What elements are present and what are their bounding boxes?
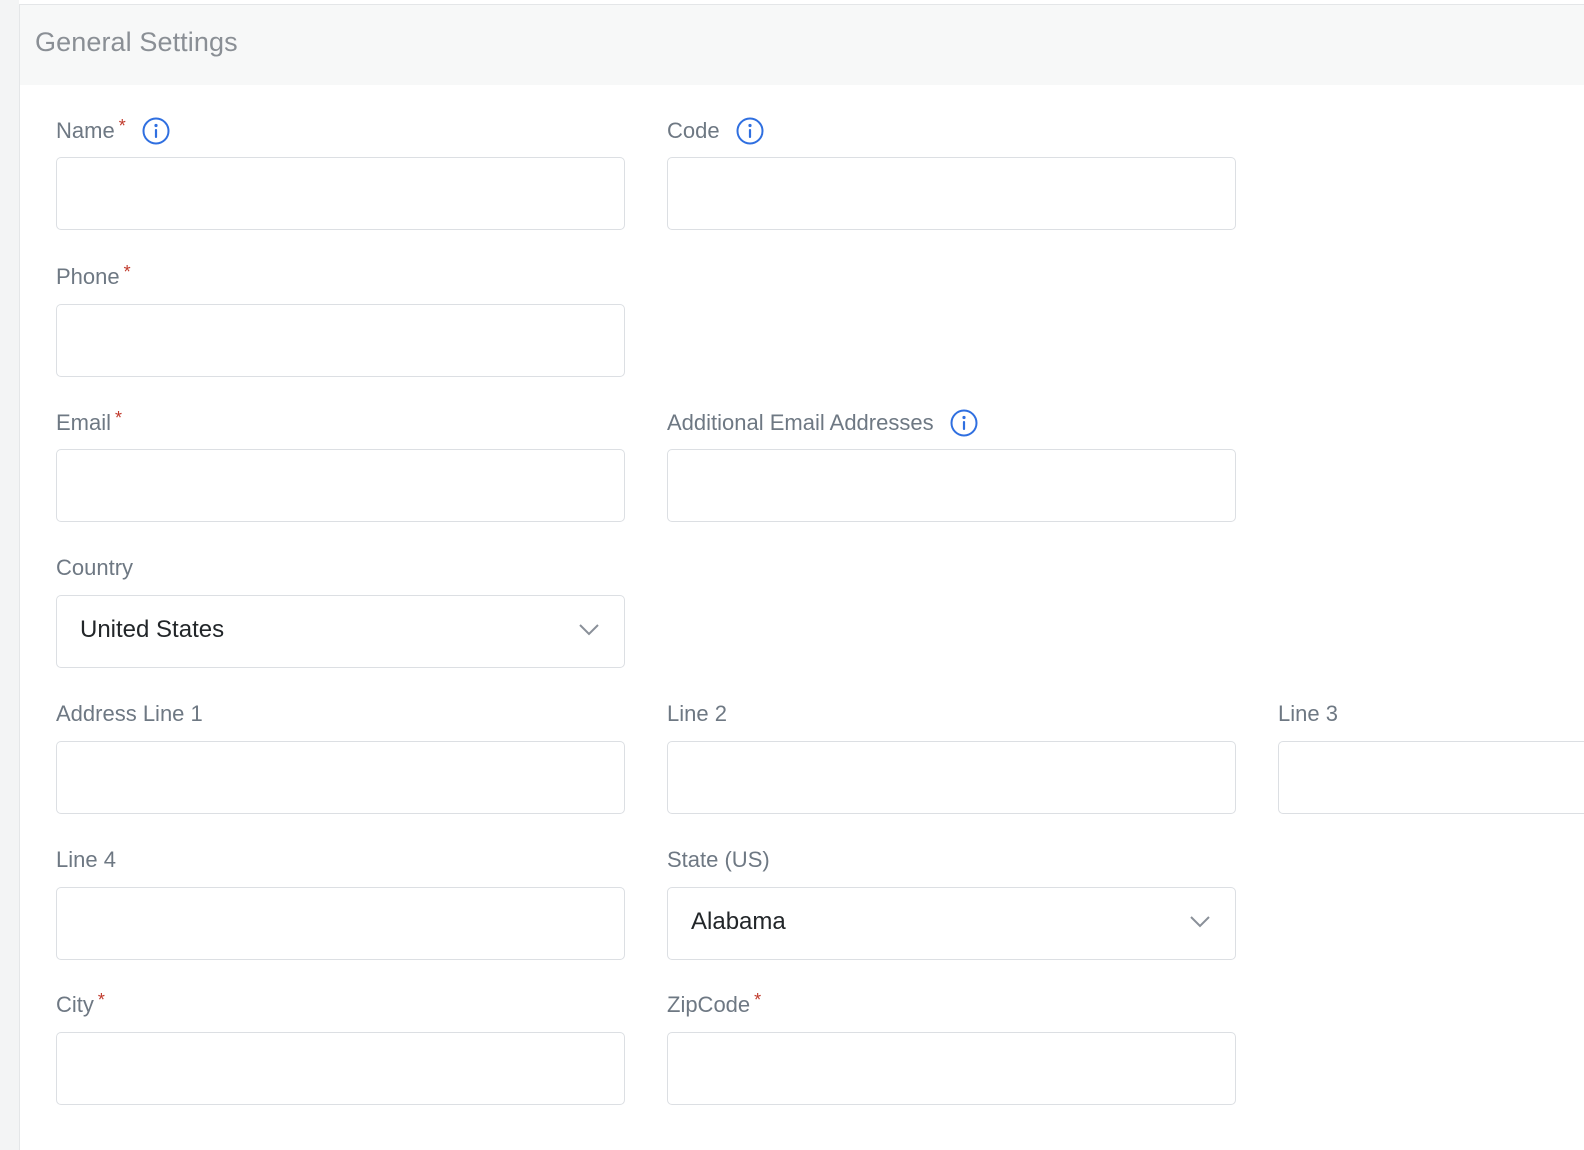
country-select[interactable]: United States: [56, 595, 625, 668]
phone-input[interactable]: [56, 304, 625, 377]
country-label: Country: [56, 553, 133, 583]
state-selected-value: Alabama: [691, 908, 786, 935]
phone-label: Phone *: [56, 262, 131, 292]
left-gutter: [0, 0, 19, 1150]
code-label: Code: [667, 116, 764, 146]
additional-emails-label: Additional Email Addresses: [667, 408, 978, 438]
line-4-label: Line 4: [56, 845, 116, 875]
line-3-input[interactable]: [1278, 741, 1584, 814]
card-header: General Settings: [20, 5, 1584, 85]
address-line-1-label: Address Line 1: [56, 699, 203, 729]
zipcode-input[interactable]: [667, 1032, 1236, 1105]
line-3-label: Line 3: [1278, 699, 1338, 729]
state-label-text: State (US): [667, 847, 770, 872]
city-label-text: City: [56, 992, 94, 1017]
city-label: City *: [56, 990, 105, 1020]
country-label-text: Country: [56, 555, 134, 580]
required-asterisk: *: [118, 115, 126, 136]
name-label: Name *: [56, 116, 170, 146]
code-label-text: Code: [667, 118, 720, 143]
line-2-label-text: Line 2: [667, 701, 727, 726]
phone-label-text: Phone: [56, 264, 120, 289]
email-label: Email *: [56, 408, 122, 438]
line-4-label-text: Line 4: [56, 847, 116, 872]
city-input[interactable]: [56, 1032, 625, 1105]
chevron-down-icon: [579, 624, 599, 636]
line-2-label: Line 2: [667, 699, 727, 729]
section-title: General Settings: [35, 27, 238, 57]
required-asterisk: *: [754, 989, 762, 1010]
name-label-text: Name: [56, 118, 115, 143]
zipcode-label: ZipCode *: [667, 990, 761, 1020]
info-icon[interactable]: [142, 117, 170, 145]
code-input[interactable]: [667, 157, 1236, 230]
info-icon[interactable]: [736, 117, 764, 145]
line-4-input[interactable]: [56, 887, 625, 960]
additional-emails-input[interactable]: [667, 449, 1236, 522]
info-icon[interactable]: [950, 409, 978, 437]
line-2-input[interactable]: [667, 741, 1236, 814]
chevron-down-icon: [1190, 916, 1210, 928]
line-3-label-text: Line 3: [1278, 701, 1338, 726]
email-input[interactable]: [56, 449, 625, 522]
required-asterisk: *: [123, 261, 131, 282]
zipcode-label-text: ZipCode: [667, 992, 751, 1017]
additional-emails-label-text: Additional Email Addresses: [667, 410, 934, 435]
state-label: State (US): [667, 845, 770, 875]
required-asterisk: *: [97, 989, 105, 1010]
address-line-1-input[interactable]: [56, 741, 625, 814]
address-line-1-label-text: Address Line 1: [56, 701, 203, 726]
email-label-text: Email: [56, 410, 112, 435]
required-asterisk: *: [115, 407, 123, 428]
name-input[interactable]: [56, 157, 625, 230]
state-select[interactable]: Alabama: [667, 887, 1236, 960]
country-selected-value: United States: [80, 616, 225, 643]
